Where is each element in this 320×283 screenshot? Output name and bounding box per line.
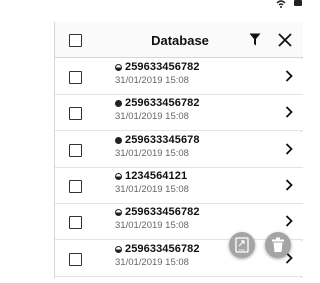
- record-date: 31/01/2019 15:08: [115, 111, 189, 123]
- pdf-export-icon: PDF: [235, 237, 249, 253]
- status-half-icon: [115, 245, 122, 253]
- select-all-checkbox[interactable]: [69, 34, 82, 47]
- trash-icon: [272, 237, 284, 252]
- record-date: 31/01/2019 15:08: [115, 256, 189, 268]
- status-full-icon: [115, 136, 122, 144]
- record-date: 31/01/2019 15:08: [115, 75, 189, 86]
- status-half-icon: [115, 209, 122, 217]
- row-checkbox[interactable]: [69, 216, 82, 230]
- list-item[interactable]: 259633456782 31/01/2019 15:08: [55, 204, 303, 241]
- chevron-right-icon[interactable]: [285, 215, 293, 227]
- record-id: 1234564121: [125, 169, 188, 182]
- record-id: 259633456782: [125, 97, 200, 110]
- record-id: 259633456782: [125, 242, 200, 255]
- record-date: 31/01/2019 15:08: [115, 220, 189, 232]
- row-checkbox[interactable]: [69, 107, 82, 121]
- record-date: 31/01/2019 15:08: [115, 147, 189, 159]
- row-checkbox[interactable]: [69, 179, 82, 193]
- close-icon[interactable]: [277, 32, 293, 48]
- chevron-right-icon[interactable]: [285, 70, 293, 82]
- row-checkbox[interactable]: [69, 71, 82, 84]
- list-item[interactable]: 1234564121 31/01/2019 15:08: [55, 167, 303, 204]
- record-date: 31/01/2019 15:08: [115, 183, 189, 195]
- page-title: Database: [151, 33, 209, 48]
- status-bar: [0, 0, 302, 10]
- filter-icon[interactable]: [249, 33, 261, 46]
- wifi-icon: [276, 0, 286, 8]
- battery-icon: [294, 0, 302, 6]
- chevron-right-icon[interactable]: [285, 179, 293, 191]
- status-half-icon: [115, 64, 122, 71]
- pdf-label: PDF: [239, 248, 245, 252]
- chevron-right-icon[interactable]: [285, 142, 293, 155]
- list-item[interactable]: 259633456782 31/01/2019 15:08: [55, 59, 303, 95]
- status-full-icon: [115, 100, 122, 108]
- record-id: 259633456782: [125, 206, 200, 219]
- list-item[interactable]: 259633345678 31/01/2019 15:08: [55, 131, 303, 168]
- chevron-right-icon[interactable]: [285, 106, 293, 118]
- row-checkbox[interactable]: [69, 252, 82, 266]
- record-id: 259633345678: [125, 133, 200, 146]
- record-id: 259633456782: [125, 61, 200, 73]
- row-checkbox[interactable]: [69, 143, 82, 157]
- database-header: Database: [55, 22, 303, 58]
- delete-button[interactable]: [265, 232, 291, 258]
- list-item[interactable]: 259633456782 31/01/2019 15:08: [55, 95, 303, 132]
- status-half-icon: [115, 172, 122, 180]
- pdf-export-button[interactable]: PDF: [229, 232, 255, 258]
